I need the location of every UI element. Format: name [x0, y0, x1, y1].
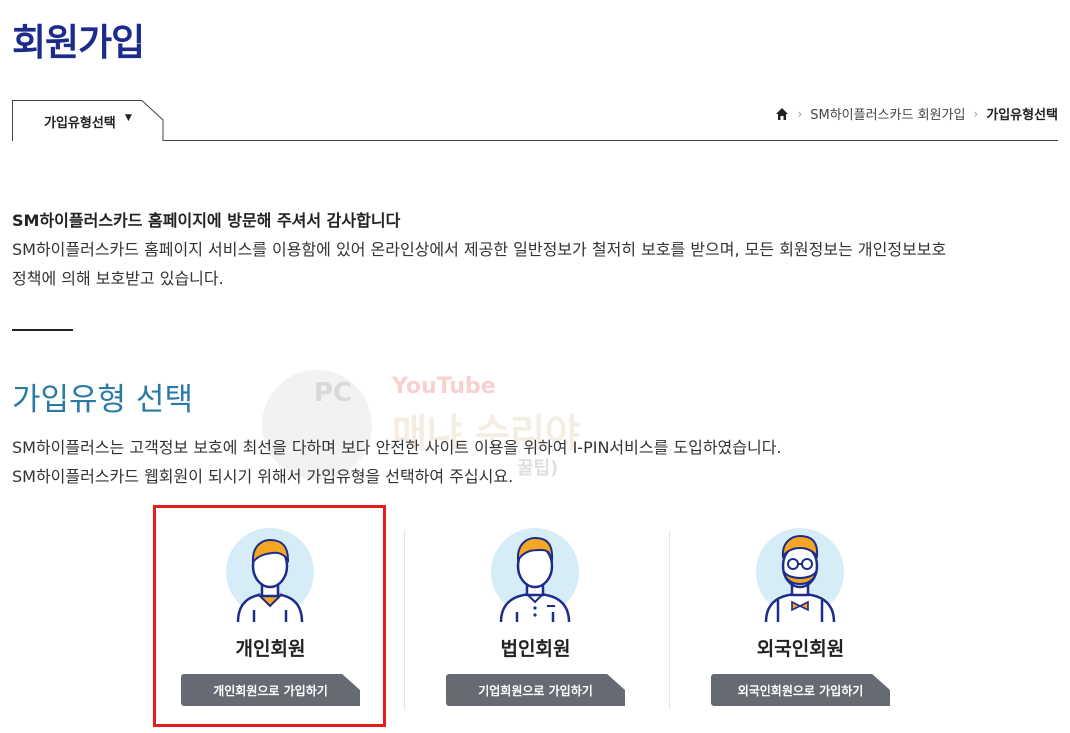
- card-corporate-title: 법인회원: [500, 638, 571, 660]
- breadcrumb-item-current: 가입유형선택: [986, 108, 1058, 123]
- tab-bar-line: [12, 140, 1058, 141]
- intro-heading: SM하이플러스카드 홈페이지에 방문해 주셔서 감사합니다: [12, 211, 401, 230]
- personal-member-icon: [226, 528, 314, 623]
- page-title: 회원가입: [12, 21, 145, 64]
- card-personal-title: 개인회원: [235, 638, 306, 660]
- watermark-pc: PC: [314, 378, 353, 408]
- tab-join-type[interactable]: 가입유형선택 ▼: [12, 100, 164, 141]
- caret-down-icon: ▼: [125, 113, 132, 123]
- corporate-join-button[interactable]: 기업회원으로 가입하기: [446, 674, 625, 706]
- foreigner-join-button[interactable]: 외국인회원으로 가입하기: [711, 674, 890, 706]
- section-title: 가입유형 선택: [12, 382, 193, 418]
- breadcrumb-item-signup[interactable]: SM하이플러스카드 회원가입: [810, 104, 965, 123]
- card-personal: 개인회원 개인회원으로 가입하기: [138, 510, 403, 710]
- card-foreigner-title: 외국인회원: [756, 638, 845, 660]
- member-type-cards: 개인회원 개인회원으로 가입하기 법인회원 기업회원으로 가입하기 외국인회원 …: [138, 510, 938, 720]
- card-corporate: 법인회원 기업회원으로 가입하기: [403, 510, 668, 710]
- section-line-1: SM하이플러스는 고객정보 보호에 최선을 다하며 보다 안전한 사이트 이용을…: [12, 438, 782, 457]
- home-icon[interactable]: [775, 107, 789, 121]
- watermark-youtube: YouTube: [392, 374, 496, 399]
- foreigner-member-icon: [756, 528, 844, 623]
- intro-line-2: 정책에 의해 보호받고 있습니다.: [12, 269, 224, 288]
- corporate-member-icon: [491, 528, 579, 623]
- tab-label: 가입유형선택: [44, 116, 116, 131]
- breadcrumb: › SM하이플러스카드 회원가입 › 가입유형선택: [775, 104, 1058, 123]
- card-foreigner: 외국인회원 외국인회원으로 가입하기: [668, 510, 933, 710]
- intro-text: SM하이플러스카드 홈페이지에 방문해 주셔서 감사합니다 SM하이플러스카드 …: [12, 206, 1058, 293]
- section-divider: [12, 329, 73, 331]
- chevron-right-icon: ›: [797, 106, 803, 121]
- personal-join-button[interactable]: 개인회원으로 가입하기: [181, 674, 360, 706]
- chevron-right-icon: ›: [973, 106, 979, 121]
- intro-line-1: SM하이플러스카드 홈페이지 서비스를 이용함에 있어 온라인상에서 제공한 일…: [12, 240, 947, 259]
- section-description: SM하이플러스는 고객정보 보호에 최선을 다하며 보다 안전한 사이트 이용을…: [12, 433, 782, 491]
- section-line-2: SM하이플러스카드 웹회원이 되시기 위해서 가입유형을 선택하여 주십시요.: [12, 467, 514, 486]
